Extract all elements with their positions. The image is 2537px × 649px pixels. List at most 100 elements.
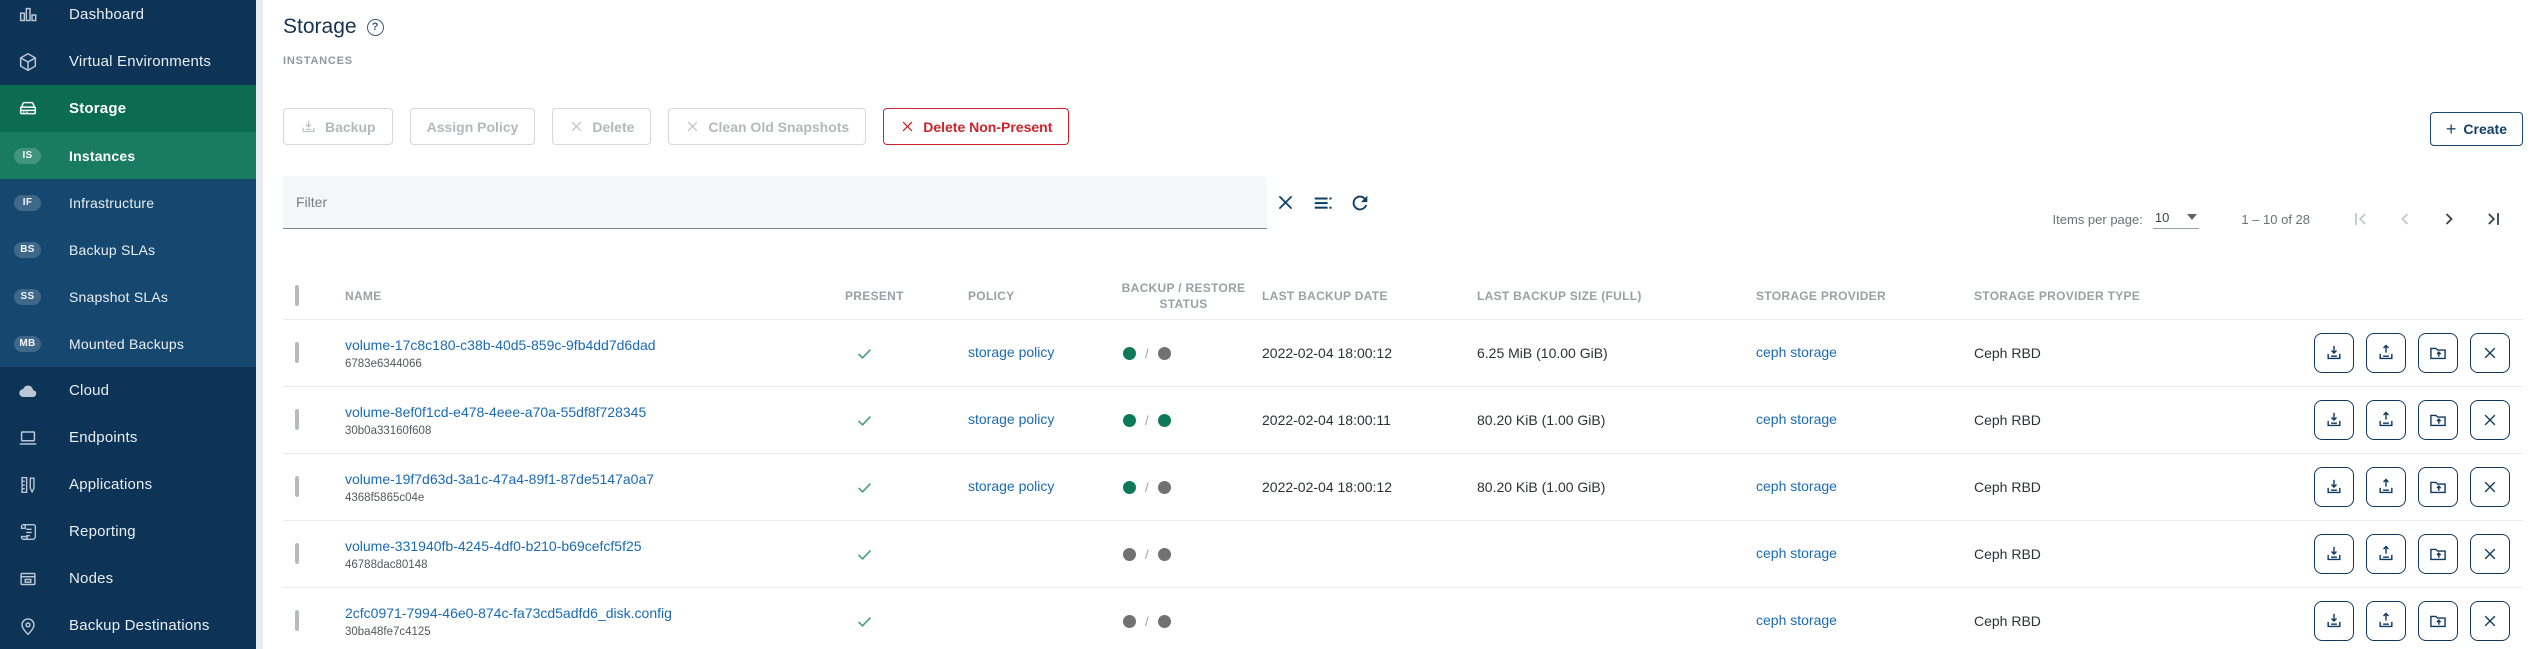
main-content: Storage ? INSTANCES + Create Backup Assi… (256, 0, 2537, 649)
storage-provider-link[interactable]: ceph storage (1756, 478, 1837, 494)
backup-destinations-icon (16, 614, 40, 638)
sidebar-item-backup-slas[interactable]: BS Backup SLAs (0, 226, 256, 273)
restore-icon (2376, 611, 2396, 631)
page-head: Storage ? (283, 0, 2523, 42)
row-delete-button[interactable] (2470, 601, 2510, 641)
instance-name-link[interactable]: volume-17c8c180-c38b-40d5-859c-9fb4dd7d6… (345, 337, 656, 353)
sidebar-item-mounted-backups[interactable]: MB Mounted Backups (0, 320, 256, 367)
clean-old-snapshots-button[interactable]: Clean Old Snapshots (668, 108, 866, 145)
backup-restore-status: / (1105, 346, 1262, 361)
row-restore-button[interactable] (2366, 534, 2406, 574)
sidebar-item-virtual-environments[interactable]: Virtual Environments (0, 38, 256, 85)
row-backup-button[interactable] (2314, 333, 2354, 373)
next-page-button[interactable] (2432, 202, 2466, 236)
sidebar-item-instances[interactable]: IS Instances (0, 132, 256, 179)
row-mount-button[interactable] (2418, 467, 2458, 507)
items-per-page-select[interactable]: 10 (2153, 210, 2199, 229)
columns-button[interactable] (1304, 176, 1341, 229)
page-title: Storage (283, 15, 357, 39)
create-button[interactable]: + Create (2430, 112, 2523, 146)
row-checkbox[interactable] (295, 409, 299, 430)
sidebar-item-storage[interactable]: Storage (0, 85, 256, 132)
storage-provider-type: Ceph RBD (1974, 412, 2204, 428)
sidebar-item-nodes[interactable]: Nodes (0, 555, 256, 602)
clear-filter-button[interactable] (1267, 176, 1304, 229)
select-all-checkbox[interactable] (295, 285, 299, 306)
mount-icon (2428, 410, 2448, 430)
row-checkbox[interactable] (295, 543, 299, 564)
first-page-button[interactable] (2344, 202, 2378, 236)
row-mount-button[interactable] (2418, 400, 2458, 440)
assign-policy-button[interactable]: Assign Policy (410, 108, 536, 145)
backup-icon (2324, 544, 2344, 564)
filter-field (283, 176, 1267, 229)
row-restore-button[interactable] (2366, 333, 2406, 373)
instance-name-link[interactable]: volume-8ef0f1cd-e478-4eee-a70a-55df8f728… (345, 404, 646, 420)
table-row: volume-17c8c180-c38b-40d5-859c-9fb4dd7d6… (283, 320, 2523, 387)
sidebar-item-label: Snapshot SLAs (69, 289, 168, 305)
storage-provider-link[interactable]: ceph storage (1756, 411, 1837, 427)
instance-name-link[interactable]: volume-19f7d63d-3a1c-47a4-89f1-87de5147a… (345, 471, 654, 487)
applications-icon (16, 473, 40, 497)
status-separator: / (1145, 614, 1149, 629)
delete-non-present-button[interactable]: Delete Non-Present (883, 108, 1069, 145)
sidebar-item-cloud[interactable]: Cloud (0, 367, 256, 414)
sidebar-item-label: Reporting (69, 523, 136, 540)
sidebar-item-reporting[interactable]: Reporting (0, 508, 256, 555)
delete-button[interactable]: Delete (552, 108, 651, 145)
row-delete-button[interactable] (2470, 534, 2510, 574)
column-header-present: PRESENT (845, 288, 968, 304)
instance-name-link[interactable]: 2cfc0971-7994-46e0-874c-fa73cd5adfd6_dis… (345, 605, 672, 621)
sidebar-item-dashboard[interactable]: Dashboard (0, 0, 256, 38)
refresh-icon (1349, 192, 1371, 214)
row-backup-button[interactable] (2314, 601, 2354, 641)
previous-page-button[interactable] (2388, 202, 2422, 236)
backup-status-dot (1123, 615, 1136, 628)
row-restore-button[interactable] (2366, 467, 2406, 507)
refresh-button[interactable] (1341, 176, 1378, 229)
row-checkbox[interactable] (295, 476, 299, 497)
row-checkbox[interactable] (295, 610, 299, 631)
row-mount-button[interactable] (2418, 601, 2458, 641)
policy-link[interactable]: storage policy (968, 344, 1054, 360)
row-mount-button[interactable] (2418, 534, 2458, 574)
sidebar-item-infrastructure[interactable]: IF Infrastructure (0, 179, 256, 226)
sidebar-item-snapshot-slas[interactable]: SS Snapshot SLAs (0, 273, 256, 320)
backup-button[interactable]: Backup (283, 108, 393, 145)
row-backup-button[interactable] (2314, 467, 2354, 507)
row-checkbox[interactable] (295, 342, 299, 363)
filter-input[interactable] (296, 194, 1254, 210)
last-page-button[interactable] (2476, 202, 2510, 236)
row-mount-button[interactable] (2418, 333, 2458, 373)
restore-status-dot (1158, 615, 1171, 628)
row-delete-button[interactable] (2470, 467, 2510, 507)
sidebar-item-label: Endpoints (69, 429, 138, 446)
row-backup-button[interactable] (2314, 400, 2354, 440)
sidebar-item-label: Cloud (69, 382, 109, 399)
instance-name-link[interactable]: volume-331940fb-4245-4df0-b210-b69cefcf5… (345, 538, 642, 554)
policy-link[interactable]: storage policy (968, 411, 1054, 427)
backup-status-dot (1123, 548, 1136, 561)
backup-icon (2324, 611, 2344, 631)
policy-link[interactable]: storage policy (968, 478, 1054, 494)
storage-provider-link[interactable]: ceph storage (1756, 612, 1837, 628)
row-delete-button[interactable] (2470, 400, 2510, 440)
present-check-icon (845, 411, 968, 430)
sidebar-item-backup-destinations[interactable]: Backup Destinations (0, 602, 256, 649)
help-icon[interactable]: ? (367, 19, 384, 36)
row-restore-button[interactable] (2366, 601, 2406, 641)
backup-restore-status: / (1105, 547, 1262, 562)
backup-status-dot (1123, 347, 1136, 360)
row-delete-button[interactable] (2470, 333, 2510, 373)
status-separator: / (1145, 547, 1149, 562)
page-nav (2344, 202, 2510, 236)
storage-provider-link[interactable]: ceph storage (1756, 344, 1837, 360)
sidebar-item-endpoints[interactable]: Endpoints (0, 414, 256, 461)
snapshot-slas-badge: SS (14, 289, 41, 305)
column-header-policy: POLICY (968, 288, 1105, 304)
row-backup-button[interactable] (2314, 534, 2354, 574)
row-restore-button[interactable] (2366, 400, 2406, 440)
sidebar-item-applications[interactable]: Applications (0, 461, 256, 508)
storage-provider-link[interactable]: ceph storage (1756, 545, 1837, 561)
filter-row: Items per page: 10 1 – 10 of 28 (283, 176, 2523, 229)
